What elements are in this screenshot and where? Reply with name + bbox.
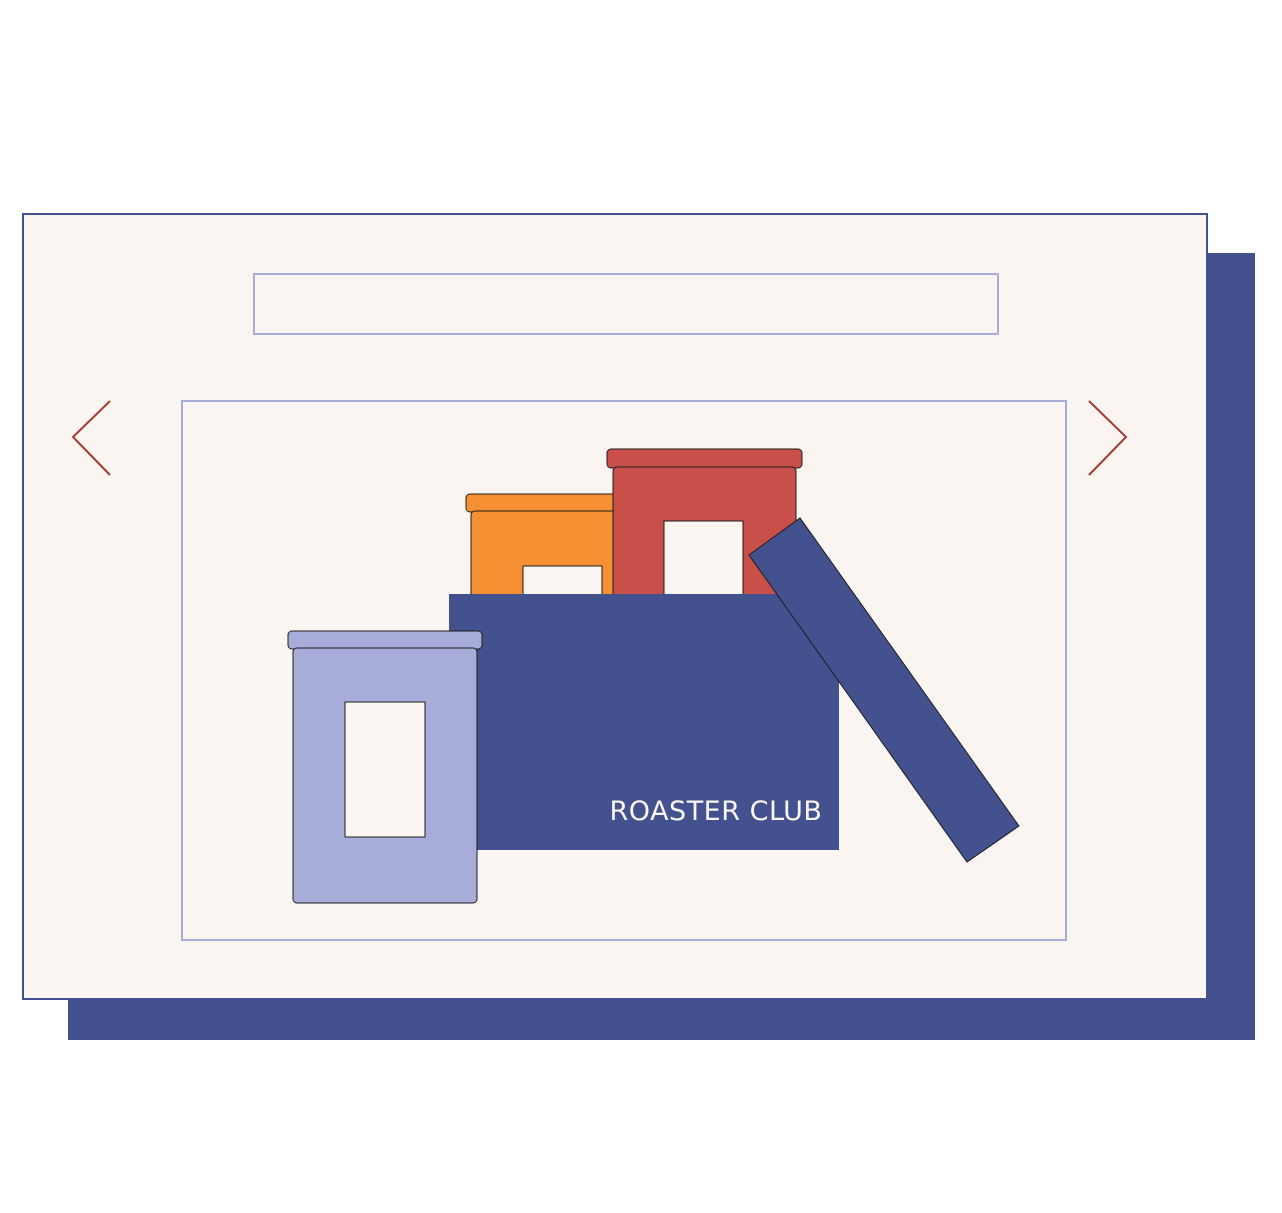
- carousel-next-button[interactable]: [1085, 399, 1135, 479]
- page: ROASTER CLUB: [0, 0, 1282, 1213]
- chevron-right-icon: [1088, 400, 1128, 476]
- address-bar[interactable]: [253, 273, 999, 335]
- carousel-slide-frame: [181, 400, 1067, 941]
- browser-window: [22, 213, 1208, 1000]
- carousel-prev-button[interactable]: [70, 399, 120, 479]
- chevron-left-icon: [71, 400, 111, 476]
